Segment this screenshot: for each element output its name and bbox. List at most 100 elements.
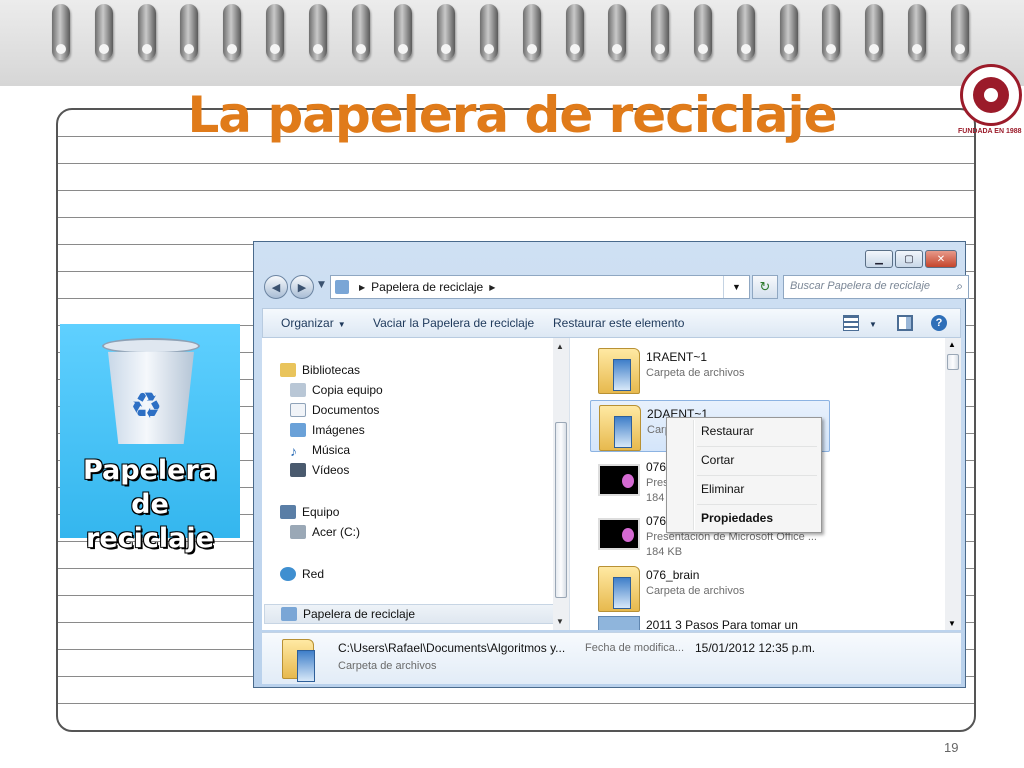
spiral-ring [779, 4, 798, 60]
spiral-ring [351, 4, 370, 60]
slide-title: La papelera de reciclaje [187, 86, 837, 144]
nav-item-recycle-bin[interactable]: Papelera de reciclaje [264, 604, 558, 624]
spiral-ring [522, 4, 541, 60]
spiral-ring [736, 4, 755, 60]
command-toolbar: Organizar ▼ Vaciar la Papelera de recicla… [262, 308, 961, 338]
breadcrumb-arrow-icon[interactable]: ▶ [359, 283, 365, 292]
view-options-chevron-icon[interactable]: ▼ [865, 316, 877, 330]
desktop-icon-label: Papelera de reciclaje [64, 454, 236, 556]
recycle-bin-desktop-icon[interactable]: ♻ Papelera de reciclaje [60, 324, 240, 554]
close-button[interactable]: ✕ [925, 250, 957, 268]
nav-scrollbar[interactable]: ▲ ▼ [553, 338, 569, 630]
spiral-ring [437, 4, 456, 60]
nav-item-videos[interactable]: Vídeos [290, 460, 349, 480]
file-size: 184 KB [646, 546, 683, 558]
recycle-bin-small-icon [281, 607, 297, 621]
nav-item-backup[interactable]: Copia equipo [290, 380, 383, 400]
nav-item-pictures[interactable]: Imágenes [290, 420, 365, 440]
presentation-thumbnail-icon [598, 518, 640, 550]
nav-label: Equipo [302, 505, 340, 519]
minimize-button[interactable]: ▁ [865, 250, 893, 268]
spiral-ring [223, 4, 242, 60]
menu-item-properties[interactable]: Propiedades [701, 511, 773, 525]
menu-separator [697, 504, 817, 505]
organize-button[interactable]: Organizar ▼ [281, 316, 346, 330]
scroll-up-icon[interactable]: ▲ [948, 340, 956, 349]
spiral-ring [822, 4, 841, 60]
spiral-ring [137, 4, 156, 60]
desktop-icon-label-line1: Papelera de [82, 455, 218, 520]
nav-label: Papelera de reciclaje [303, 607, 416, 621]
nav-item-libraries[interactable]: Bibliotecas [280, 360, 360, 380]
breadcrumb-arrow-icon[interactable]: ▶ [489, 283, 495, 292]
scroll-thumb[interactable] [947, 354, 959, 370]
spiral-ring [308, 4, 327, 60]
spiral-ring [651, 4, 670, 60]
address-dropdown-icon[interactable]: ▼ [723, 276, 749, 298]
recycle-symbol-icon: ♻ [130, 386, 163, 427]
spiral-ring [908, 4, 926, 60]
forward-button[interactable]: ▶ [290, 275, 314, 299]
scroll-thumb[interactable] [555, 422, 567, 598]
nav-item-computer[interactable]: Equipo [280, 502, 339, 522]
search-input[interactable]: Buscar Papelera de reciclaje ⌕ [783, 275, 969, 299]
menu-item-cut[interactable]: Cortar [701, 453, 734, 467]
file-scrollbar[interactable]: ▲ ▼ [945, 338, 961, 630]
preview-pane-icon[interactable] [897, 315, 913, 331]
music-icon: ♪ [290, 443, 297, 459]
nav-item-music[interactable]: ♪ Música [290, 440, 350, 460]
details-type: Carpeta de archivos [338, 660, 437, 672]
nav-label: Imágenes [312, 423, 365, 437]
file-name: 076_brain [646, 568, 700, 582]
navigation-bar: ◀ ▶ ▼ ▶ Papelera de reciclaje ▶ ▼ ↻ Busc… [262, 274, 969, 300]
folder-icon [598, 566, 640, 612]
file-name: 1RAENT~1 [646, 350, 708, 364]
menu-item-delete[interactable]: Eliminar [701, 482, 744, 496]
address-bar[interactable]: ▶ Papelera de reciclaje ▶ ▼ [330, 275, 750, 299]
presentation-thumbnail-icon [598, 464, 640, 496]
spiral-ring [865, 4, 884, 60]
file-item[interactable]: 2011 3 Pasos Para tomar un [590, 612, 830, 630]
scroll-down-icon[interactable]: ▼ [948, 619, 956, 628]
nav-item-documents[interactable]: Documentos [290, 400, 379, 420]
nav-label: Vídeos [312, 463, 350, 477]
spiral-ring [950, 4, 969, 60]
libraries-icon [280, 363, 296, 377]
breadcrumb-recycle-bin[interactable]: Papelera de reciclaje [371, 280, 483, 294]
file-name: 2011 3 Pasos Para tomar un [646, 618, 798, 630]
details-modified-label: Fecha de modifica... [585, 642, 685, 654]
bin-rim [102, 338, 200, 354]
computer-icon [280, 505, 296, 519]
scroll-down-icon[interactable]: ▼ [556, 617, 564, 626]
change-view-icon[interactable] [843, 315, 859, 331]
help-icon[interactable]: ? [931, 315, 947, 331]
organize-label: Organizar [281, 316, 334, 330]
file-type: Carpeta de archivos [646, 367, 745, 379]
empty-bin-button[interactable]: Vaciar la Papelera de reciclaje [373, 316, 534, 330]
nav-label: Copia equipo [312, 383, 383, 397]
network-icon [280, 567, 296, 581]
maximize-button[interactable]: ▢ [895, 250, 923, 268]
restore-item-button[interactable]: Restaurar este elemento [553, 316, 684, 330]
scroll-up-icon[interactable]: ▲ [556, 342, 564, 351]
spiral-ring [608, 4, 627, 60]
nav-label: Red [302, 567, 325, 581]
menu-item-restore[interactable]: Restaurar [701, 424, 754, 438]
recent-pages-chevron-icon[interactable]: ▼ [318, 280, 325, 290]
search-icon[interactable]: ⌕ [956, 279, 963, 294]
nav-item-network[interactable]: Red [280, 564, 324, 584]
page-number: 19 [944, 740, 959, 755]
file-item[interactable]: 1RAENT~1 Carpeta de archivos [590, 344, 830, 396]
videos-icon [290, 463, 306, 477]
spiral-ring [94, 4, 113, 60]
chevron-down-icon: ▼ [337, 320, 346, 329]
spiral-binding [0, 0, 1024, 86]
nav-item-drive-c[interactable]: Acer (C:) [290, 522, 360, 542]
pictures-icon [290, 423, 306, 437]
drive-icon [290, 525, 306, 539]
folder-icon [599, 405, 641, 451]
file-item[interactable]: 076_brain Carpeta de archivos [590, 562, 830, 614]
back-button[interactable]: ◀ [264, 275, 288, 299]
logo-caption: FUNDADA EN 1988 [958, 128, 1022, 135]
refresh-button[interactable]: ↻ [752, 275, 778, 299]
